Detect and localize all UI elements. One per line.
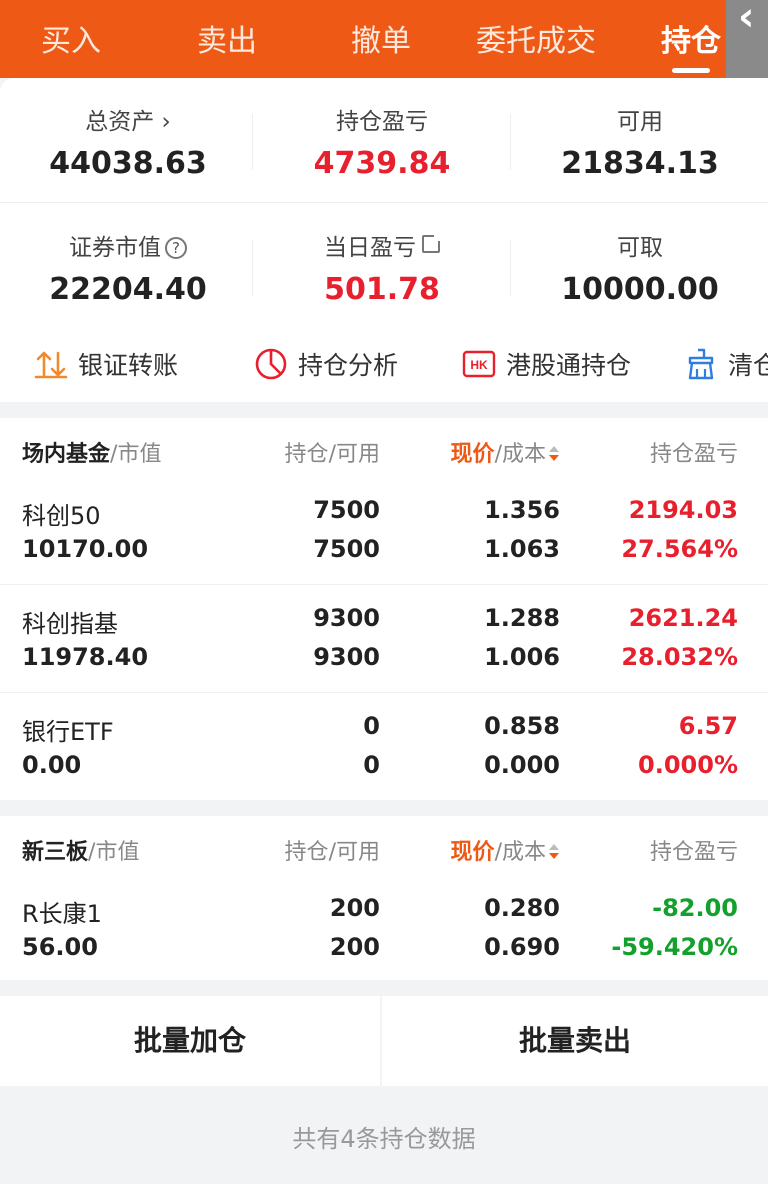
market-value: 56.00 bbox=[22, 933, 98, 961]
sort-icon[interactable] bbox=[548, 446, 560, 462]
securities-market-value: 证券市值? 22204.40 bbox=[0, 228, 256, 307]
pie-chart-icon bbox=[255, 348, 287, 380]
available-label: 可用 bbox=[617, 109, 663, 135]
category-header: 场内基金/市值 bbox=[22, 442, 162, 467]
pnl-percent: -59.420% bbox=[611, 933, 738, 961]
batch-add-button[interactable]: 批量加仓 bbox=[0, 996, 380, 1086]
security-name: 科创50 bbox=[22, 502, 101, 530]
tab-sell[interactable]: 卖出 bbox=[196, 16, 258, 60]
category-header: 新三板/市值 bbox=[22, 840, 140, 865]
available-qty: 7500 bbox=[313, 535, 380, 563]
top-tab-bar: 买入 卖出 撤单 委托成交 持仓 bbox=[0, 0, 768, 78]
table-row[interactable]: 银行ETF 0.00 0 0 0.858 0.000 6.57 0.000% bbox=[0, 696, 768, 804]
pnl-percent: 0.000% bbox=[638, 751, 738, 779]
available-value: 21834.13 bbox=[561, 146, 719, 181]
account-summary: 总资产 › 44038.63 持仓盈亏 4739.84 可用 21834.13 … bbox=[0, 78, 768, 402]
cost-price: 0.000 bbox=[484, 751, 560, 779]
batch-sell-button[interactable]: 批量卖出 bbox=[382, 996, 768, 1086]
market-value: 0.00 bbox=[22, 751, 82, 779]
position-analysis-action[interactable]: 持仓分析 bbox=[254, 346, 398, 382]
pnl-amount: 2194.03 bbox=[628, 496, 738, 524]
available-qty: 0 bbox=[363, 751, 380, 779]
available-qty: 200 bbox=[329, 933, 380, 961]
chevron-left-icon: ‹ bbox=[738, 0, 755, 40]
bank-transfer-action[interactable]: 银证转账 bbox=[34, 346, 178, 382]
holding-qty: 9300 bbox=[313, 604, 380, 632]
available-funds: 可用 21834.13 bbox=[512, 102, 768, 181]
market-value-label: 证券市值 bbox=[69, 235, 161, 261]
price-cost-header[interactable]: 现价/成本 bbox=[451, 436, 560, 468]
active-tab-indicator bbox=[672, 68, 710, 73]
cost-price: 1.006 bbox=[484, 643, 560, 671]
withdrawable-value: 10000.00 bbox=[561, 272, 719, 307]
current-price: 0.858 bbox=[484, 712, 560, 740]
market-value: 11978.40 bbox=[22, 643, 149, 671]
position-pnl-label: 持仓盈亏 bbox=[336, 109, 428, 135]
holding-qty: 0 bbox=[363, 712, 380, 740]
security-name: 科创指基 bbox=[22, 610, 118, 638]
holdings-section-funds: 场内基金/市值 持仓/可用 现价/成本 持仓盈亏 科创50 10170.00 7… bbox=[0, 418, 768, 800]
price-cost-header[interactable]: 现价/成本 bbox=[451, 834, 560, 866]
bank-transfer-label: 银证转账 bbox=[78, 351, 179, 380]
quick-actions: 银证转账 持仓分析 HK 港股通持仓 清仓 bbox=[0, 338, 768, 394]
tab-orders-trades[interactable]: 委托成交 bbox=[474, 16, 598, 60]
position-analysis-label: 持仓分析 bbox=[298, 351, 399, 380]
clear-position-label: 清仓 bbox=[728, 351, 768, 380]
holding-qty: 200 bbox=[329, 894, 380, 922]
market-value: 10170.00 bbox=[22, 535, 149, 563]
broom-icon bbox=[688, 348, 714, 380]
total-assets[interactable]: 总资产 › 44038.63 bbox=[0, 102, 256, 181]
table-header: 场内基金/市值 持仓/可用 现价/成本 持仓盈亏 bbox=[0, 418, 768, 480]
sort-icon[interactable] bbox=[548, 844, 560, 860]
help-icon[interactable]: ? bbox=[165, 237, 187, 259]
security-name: 银行ETF bbox=[22, 718, 114, 746]
pnl-header: 持仓盈亏 bbox=[649, 840, 738, 865]
tab-cancel-order[interactable]: 撤单 bbox=[350, 16, 412, 60]
pnl-amount: 6.57 bbox=[678, 712, 738, 740]
cost-price: 1.063 bbox=[484, 535, 560, 563]
pnl-percent: 28.032% bbox=[621, 643, 738, 671]
cost-price: 0.690 bbox=[484, 933, 560, 961]
external-link-icon bbox=[422, 232, 443, 253]
daily-pnl-label: 当日盈亏 bbox=[324, 235, 416, 261]
market-value-value: 22204.40 bbox=[49, 272, 207, 307]
hk-connect-action[interactable]: HK 港股通持仓 bbox=[462, 346, 631, 382]
hk-connect-label: 港股通持仓 bbox=[506, 351, 632, 380]
pnl-amount: -82.00 bbox=[652, 894, 738, 922]
current-price: 1.356 bbox=[484, 496, 560, 524]
tab-positions[interactable]: 持仓 bbox=[660, 16, 722, 60]
withdrawable-label: 可取 bbox=[617, 235, 663, 261]
withdrawable-funds: 可取 10000.00 bbox=[512, 228, 768, 307]
position-pnl-value: 4739.84 bbox=[313, 146, 451, 181]
pnl-header: 持仓盈亏 bbox=[649, 442, 738, 467]
holdings-count: 共有4条持仓数据 bbox=[292, 1125, 476, 1153]
batch-actions: 批量加仓 批量卖出 bbox=[0, 996, 768, 1086]
pnl-amount: 2621.24 bbox=[628, 604, 738, 632]
table-row[interactable]: 科创指基 11978.40 9300 9300 1.288 1.006 2621… bbox=[0, 588, 768, 696]
holding-header: 持仓/可用 bbox=[284, 442, 380, 467]
security-name: R长康1 bbox=[22, 900, 102, 928]
total-assets-value: 44038.63 bbox=[49, 146, 207, 181]
transfer-icon bbox=[34, 351, 68, 379]
svg-text:HK: HK bbox=[470, 358, 488, 372]
daily-pnl[interactable]: 当日盈亏 501.78 bbox=[254, 228, 510, 307]
daily-pnl-value: 501.78 bbox=[324, 272, 440, 307]
total-assets-label: 总资产 bbox=[85, 109, 155, 135]
table-row[interactable]: R长康1 56.00 200 200 0.280 0.690 -82.00 -5… bbox=[0, 878, 768, 986]
position-pnl: 持仓盈亏 4739.84 bbox=[254, 102, 510, 181]
current-price: 1.288 bbox=[484, 604, 560, 632]
available-qty: 9300 bbox=[313, 643, 380, 671]
holdings-section-neeq: 新三板/市值 持仓/可用 现价/成本 持仓盈亏 R长康1 56.00 200 2… bbox=[0, 816, 768, 980]
holding-header: 持仓/可用 bbox=[284, 840, 380, 865]
pnl-percent: 27.564% bbox=[621, 535, 738, 563]
table-header: 新三板/市值 持仓/可用 现价/成本 持仓盈亏 bbox=[0, 816, 768, 878]
holding-qty: 7500 bbox=[313, 496, 380, 524]
chevron-right-icon: › bbox=[154, 109, 171, 135]
tab-buy[interactable]: 买入 bbox=[40, 16, 102, 60]
hk-badge-icon: HK bbox=[462, 350, 496, 378]
table-row[interactable]: 科创50 10170.00 7500 7500 1.356 1.063 2194… bbox=[0, 480, 768, 588]
current-price: 0.280 bbox=[484, 894, 560, 922]
clear-position-action[interactable]: 清仓 bbox=[684, 346, 768, 382]
